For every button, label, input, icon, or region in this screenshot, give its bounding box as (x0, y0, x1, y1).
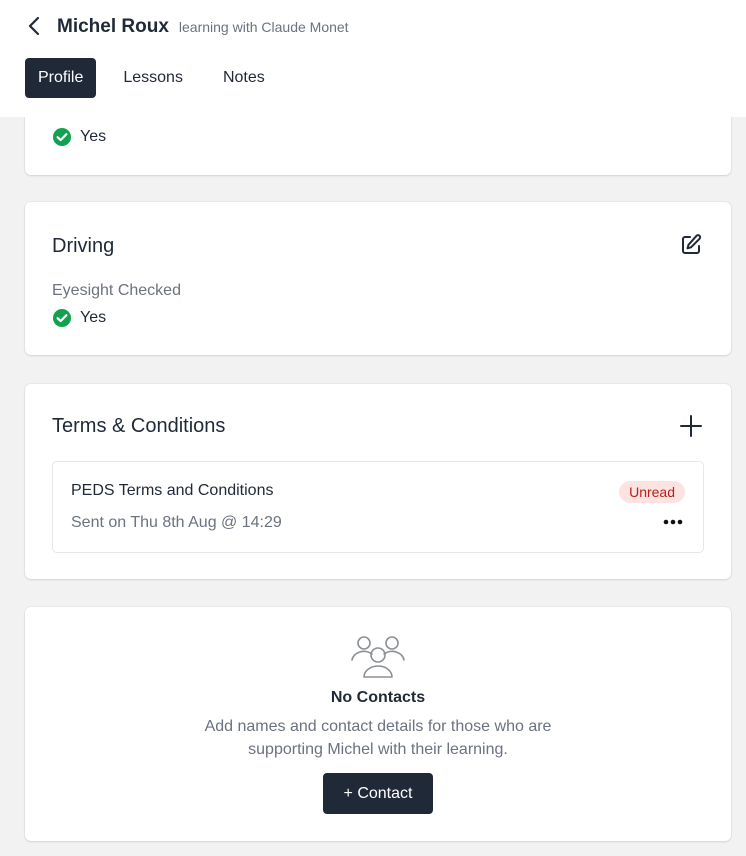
terms-title: Terms & Conditions (52, 415, 226, 437)
back-button[interactable] (22, 14, 46, 38)
empty-state-title: No Contacts (330, 689, 426, 706)
header: Michel Roux learning with Claude Monet P… (0, 0, 746, 117)
more-horizontal-icon (663, 519, 683, 525)
tab-profile[interactable]: Profile (25, 58, 97, 98)
contacts-card: No Contacts Add names and contact detail… (25, 607, 731, 841)
check-circle-icon (53, 309, 71, 327)
chevron-left-icon (28, 16, 40, 36)
page-title: Michel Roux (57, 16, 169, 37)
plus-icon (680, 415, 702, 437)
add-contact-button[interactable]: + Contact (323, 773, 433, 814)
driving-card: Driving Eyesight Checked Yes (25, 202, 731, 355)
users-icon (351, 636, 405, 678)
edit-icon (682, 234, 702, 254)
driving-title: Driving (52, 235, 115, 257)
header-title-row: Michel Roux learning with Claude Monet (57, 16, 349, 38)
empty-state-description: Add names and contact details for those … (204, 718, 552, 758)
terms-item-sent: Sent on Thu 8th Aug @ 14:29 (71, 514, 282, 531)
tab-lessons[interactable]: Lessons (110, 58, 196, 98)
eyesight-checked-value: Yes (52, 308, 106, 328)
add-terms-button[interactable] (677, 412, 705, 440)
previous-section-value: Yes (52, 127, 106, 147)
edit-driving-button[interactable] (677, 231, 705, 259)
more-options-button[interactable] (661, 512, 685, 532)
eyesight-checked-label: Eyesight Checked (52, 282, 181, 299)
terms-card: Terms & Conditions PEDS Terms and Condit… (25, 384, 731, 579)
check-circle-icon (53, 128, 71, 146)
tab-notes[interactable]: Notes (210, 58, 278, 98)
page-subtitle: learning with Claude Monet (178, 19, 349, 35)
status-badge: Unread (619, 481, 685, 503)
tab-bar: Profile Lessons Notes (25, 58, 292, 98)
terms-list-item[interactable]: PEDS Terms and Conditions Unread Sent on… (52, 461, 704, 553)
eyesight-checked-value-text: Yes (80, 309, 107, 326)
terms-item-name: PEDS Terms and Conditions (71, 482, 274, 499)
previous-section-value-text: Yes (80, 128, 107, 145)
